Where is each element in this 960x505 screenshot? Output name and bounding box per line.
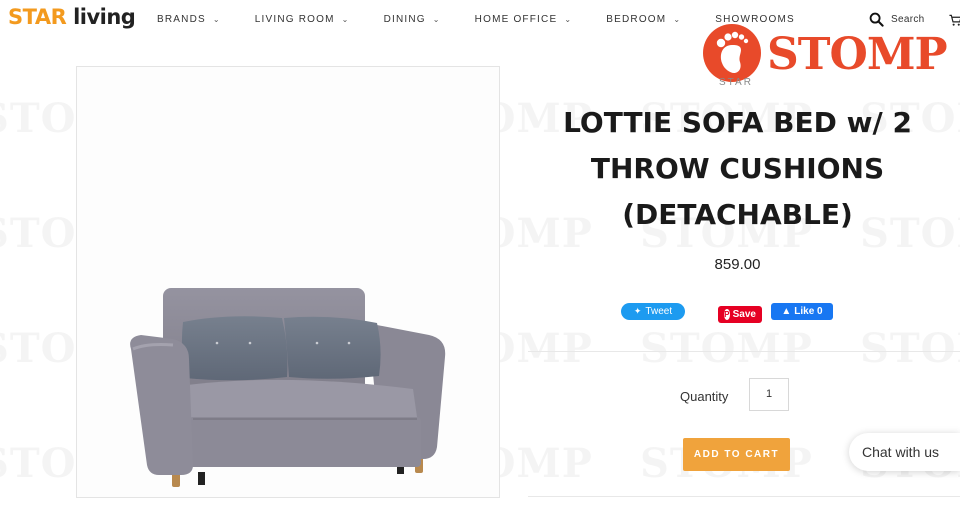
thumbs-up-icon: ▲ [781, 306, 792, 317]
logo-living: living [73, 5, 136, 29]
pinterest-icon: P [724, 309, 730, 320]
nav-home-office[interactable]: HOME OFFICE ⌄ [475, 14, 573, 25]
tweet-label: Tweet [645, 306, 673, 317]
pinterest-save-button[interactable]: P Save [718, 306, 762, 323]
save-label: Save [732, 309, 756, 320]
facebook-like-button[interactable]: ▲ Like 0 [771, 303, 833, 320]
logo-star: STAR [8, 5, 67, 29]
chevron-down-icon: ⌄ [564, 15, 573, 24]
product-image[interactable] [76, 66, 500, 498]
product-title-line: THROW CUSHIONS [590, 152, 885, 185]
cart-icon [949, 14, 960, 26]
tweet-button[interactable]: ✦ Tweet [621, 303, 685, 320]
nav-label: HOME OFFICE [474, 14, 558, 25]
section-divider [528, 496, 960, 497]
add-to-cart-button[interactable]: ADD TO CART [683, 438, 790, 471]
quantity-input[interactable]: 1 [749, 378, 789, 411]
stomp-sub-label: STAR [719, 77, 753, 88]
nav-bedroom[interactable]: BEDROOM ⌄ [606, 14, 681, 25]
twitter-bird-icon: ✦ [633, 306, 642, 316]
section-divider [528, 351, 960, 352]
watermark-text: STOMP [860, 325, 960, 372]
chevron-down-icon: ⌄ [341, 15, 350, 24]
sofa-image [130, 288, 446, 487]
chevron-down-icon: ⌄ [212, 15, 221, 24]
nav-label: LIVING ROOM [254, 14, 335, 25]
nav-dining[interactable]: DINING ⌄ [384, 14, 441, 25]
chevron-down-icon: ⌄ [673, 15, 682, 24]
nav-brands[interactable]: BRANDS ⌄ [157, 14, 221, 25]
quantity-label: Quantity [680, 389, 729, 404]
product-title-line: LOTTIE SOFA BED w/ 2 [563, 106, 912, 139]
chat-widget-button[interactable]: Chat with us [849, 433, 960, 471]
nav-label: BRANDS [157, 14, 206, 25]
chevron-down-icon: ⌄ [432, 15, 441, 24]
nav-label: BEDROOM [606, 14, 667, 25]
product-price: 859.00 [714, 256, 761, 273]
nav-label: DINING [383, 14, 426, 25]
watermark-text: STOMP [640, 325, 813, 372]
like-label: Like 0 [794, 306, 823, 317]
stomp-logo: STOMP STAR [703, 24, 948, 90]
nav-living-room[interactable]: LIVING ROOM ⌄ [255, 14, 350, 25]
stomp-wordmark: STOMP [767, 29, 948, 80]
site-logo[interactable]: STAR living [8, 5, 136, 29]
product-title: LOTTIE SOFA BED w/ 2 THROW CUSHIONS (DET… [535, 100, 940, 238]
product-title-line: (DETACHABLE) [622, 198, 853, 231]
cart-button[interactable] [949, 14, 960, 32]
footprint-icon [703, 24, 761, 82]
